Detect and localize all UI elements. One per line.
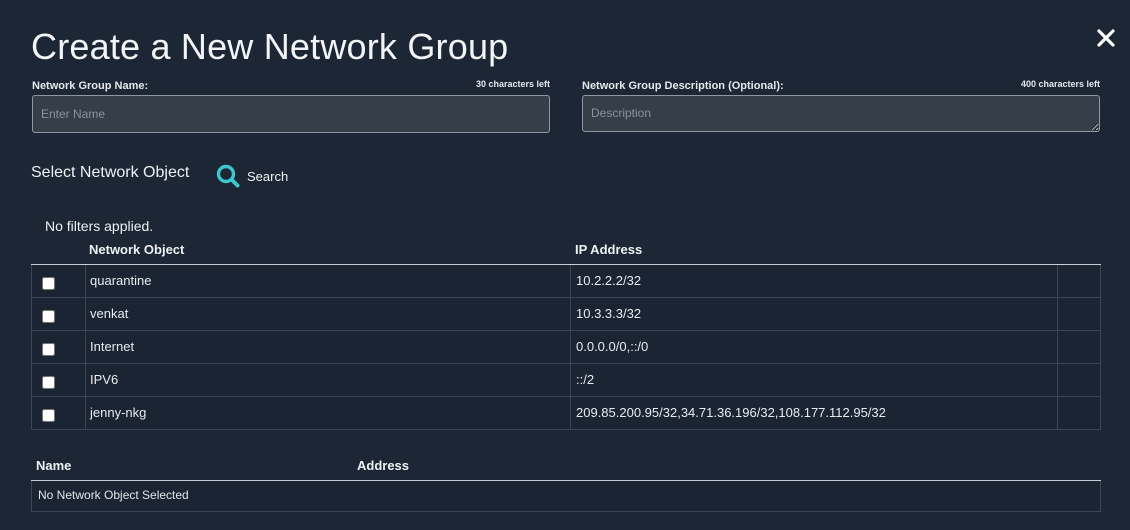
- close-button[interactable]: [1094, 26, 1118, 50]
- network-group-name-input[interactable]: [32, 95, 550, 133]
- filters-status: No filters applied.: [45, 218, 154, 234]
- no-selection-message: No Network Object Selected: [38, 488, 189, 502]
- ip-address: 10.3.3.3/32: [576, 306, 642, 321]
- ip-address: 0.0.0.0/0,::/0: [576, 339, 649, 354]
- selected-table-body: No Network Object Selected: [31, 481, 1101, 512]
- ip-address: 209.85.200.95/32,34.71.36.196/32,108.177…: [576, 405, 886, 420]
- ip-address: 10.2.2.2/32: [576, 273, 642, 288]
- table-header: Network Object IP Address: [31, 236, 1101, 265]
- search-label: Search: [247, 168, 289, 184]
- search-button[interactable]: Search: [215, 162, 288, 190]
- row-checkbox[interactable]: [42, 310, 55, 323]
- column-header-ip-address[interactable]: IP Address: [575, 242, 642, 257]
- table-body: quarantine 10.2.2.2/32 venkat 10.3.3.3/3…: [31, 265, 1101, 430]
- selected-table-header: Name Address: [31, 452, 1101, 481]
- network-object-name: Internet: [90, 339, 135, 354]
- column-header-address: Address: [357, 458, 410, 473]
- selected-objects-table: Name Address No Network Object Selected: [31, 452, 1101, 512]
- network-group-name-label: Network Group Name:: [32, 80, 149, 92]
- create-network-group-dialog: Create a New Network Group Network Group…: [0, 0, 1130, 530]
- row-checkbox[interactable]: [42, 376, 55, 389]
- name-chars-left: 30 characters left: [475, 79, 550, 89]
- table-row[interactable]: IPV6 ::/2: [32, 364, 1100, 397]
- description-chars-left: 400 characters left: [1020, 79, 1100, 89]
- table-row[interactable]: venkat 10.3.3.3/32: [32, 298, 1100, 331]
- dialog-title: Create a New Network Group: [31, 26, 509, 67]
- select-network-object-label: Select Network Object: [31, 164, 190, 181]
- table-row[interactable]: jenny-nkg 209.85.200.95/32,34.71.36.196/…: [32, 397, 1100, 429]
- network-object-name: quarantine: [90, 273, 152, 288]
- row-checkbox[interactable]: [42, 343, 55, 356]
- ip-address: ::/2: [576, 372, 595, 387]
- search-icon: [216, 164, 240, 188]
- row-checkbox[interactable]: [42, 409, 55, 422]
- network-object-name: venkat: [90, 306, 129, 321]
- network-group-description-input[interactable]: [582, 95, 1100, 132]
- table-row[interactable]: quarantine 10.2.2.2/32: [32, 265, 1100, 298]
- row-checkbox[interactable]: [42, 277, 55, 290]
- column-header-network-object[interactable]: Network Object: [89, 242, 184, 257]
- network-group-description-label: Network Group Description (Optional):: [582, 80, 784, 92]
- network-object-name: IPV6: [90, 372, 119, 387]
- column-header-name: Name: [36, 458, 72, 473]
- network-object-name: jenny-nkg: [90, 405, 147, 420]
- close-icon: [1097, 29, 1115, 47]
- table-row[interactable]: Internet 0.0.0.0/0,::/0: [32, 331, 1100, 364]
- network-objects-table: Network Object IP Address quarantine 10.…: [31, 236, 1101, 430]
